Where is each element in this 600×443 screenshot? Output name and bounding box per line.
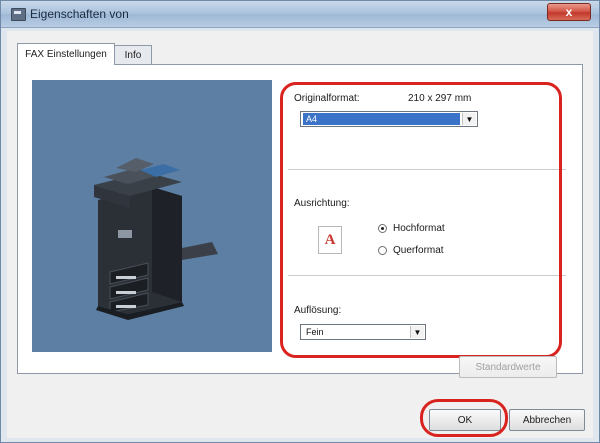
- section-divider: [288, 169, 566, 170]
- title-bar[interactable]: Eigenschaften von x: [1, 1, 599, 28]
- cancel-button[interactable]: Abbrechen: [509, 409, 585, 431]
- properties-dialog: Eigenschaften von x FAX Einstellungen In…: [0, 0, 600, 443]
- chevron-down-icon[interactable]: ▼: [410, 326, 424, 338]
- tab-fax-settings-label: FAX Einstellungen: [25, 49, 107, 60]
- resolution-label: Auflösung:: [294, 305, 342, 316]
- original-format-label: Originalformat:: [294, 93, 360, 104]
- resolution-select[interactable]: Fein ▼: [300, 324, 426, 340]
- section-divider: [288, 275, 566, 276]
- orientation-option-landscape[interactable]: Querformat: [378, 245, 444, 256]
- tab-fax-settings[interactable]: FAX Einstellungen: [17, 43, 115, 65]
- orientation-label: Ausrichtung:: [294, 198, 350, 209]
- printer-icon: [11, 8, 26, 21]
- chevron-down-icon[interactable]: ▼: [462, 113, 476, 125]
- dialog-client-area: FAX Einstellungen Info Originalformat: 2…: [7, 31, 593, 438]
- portrait-orientation-icon: A: [318, 226, 342, 254]
- orientation-icon-letter: A: [324, 231, 336, 248]
- landscape-radio[interactable]: [378, 246, 387, 255]
- standard-values-button[interactable]: Standardwerte: [459, 356, 557, 378]
- portrait-radio[interactable]: [378, 224, 387, 233]
- fax-settings-form: Originalformat: 210 x 297 mm A4 ▼ Ausric…: [282, 73, 566, 357]
- tab-info-label: Info: [124, 50, 142, 61]
- tab-info[interactable]: Info: [114, 45, 152, 65]
- original-format-size: 210 x 297 mm: [408, 93, 472, 104]
- original-format-value: A4: [303, 113, 460, 125]
- landscape-radio-label: Querformat: [393, 245, 444, 256]
- printer-preview: [32, 80, 272, 352]
- window-title: Eigenschaften von: [30, 7, 129, 21]
- ok-button[interactable]: OK: [429, 409, 501, 431]
- close-button[interactable]: x: [547, 3, 591, 21]
- resolution-value: Fein: [306, 327, 324, 337]
- portrait-radio-label: Hochformat: [393, 223, 445, 234]
- multifunction-printer-icon: [94, 158, 218, 320]
- original-format-select[interactable]: A4 ▼: [300, 111, 478, 127]
- fax-settings-panel: Originalformat: 210 x 297 mm A4 ▼ Ausric…: [17, 64, 583, 374]
- orientation-option-portrait[interactable]: Hochformat: [378, 223, 445, 234]
